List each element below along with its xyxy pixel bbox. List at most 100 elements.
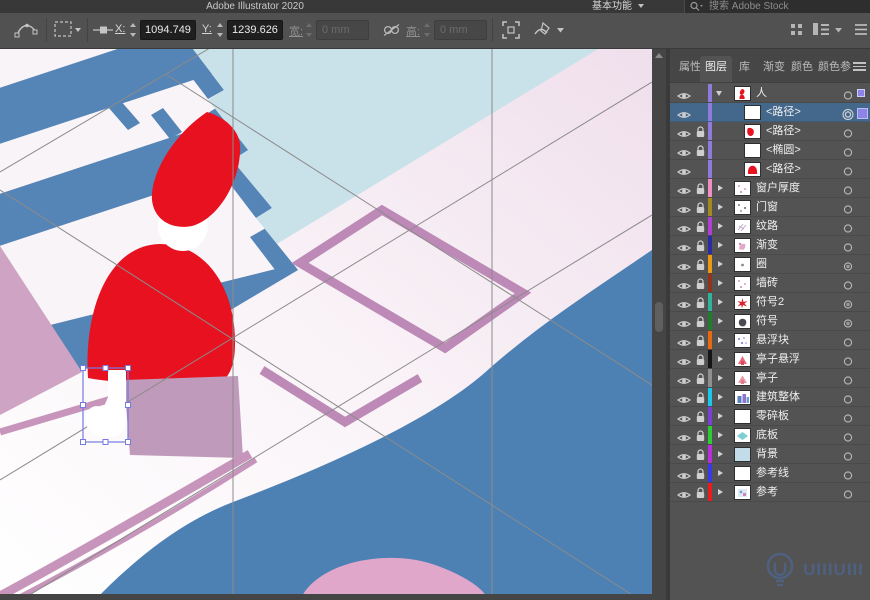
- layer-thumbnail[interactable]: [734, 295, 751, 310]
- expand-arrow[interactable]: [716, 222, 726, 230]
- target-indicator[interactable]: [842, 373, 854, 384]
- layer-row[interactable]: 参考线: [670, 464, 870, 483]
- width-label[interactable]: 宽:: [289, 23, 303, 39]
- layer-name[interactable]: 建筑整体: [756, 388, 800, 406]
- layer-row[interactable]: 建筑整体: [670, 388, 870, 407]
- visibility-toggle[interactable]: [677, 468, 691, 478]
- layer-name[interactable]: 悬浮块: [756, 331, 789, 349]
- layer-thumbnail[interactable]: [734, 257, 751, 272]
- lock-toggle[interactable]: [695, 296, 706, 308]
- layer-thumbnail[interactable]: [734, 276, 751, 291]
- layer-thumbnail[interactable]: [734, 333, 751, 348]
- visibility-toggle[interactable]: [677, 221, 691, 231]
- visibility-toggle[interactable]: [677, 430, 691, 440]
- target-indicator[interactable]: [842, 221, 854, 232]
- y-stepper[interactable]: [216, 22, 225, 38]
- layer-name[interactable]: 窗户厚度: [756, 179, 800, 197]
- lock-toggle[interactable]: [695, 220, 706, 232]
- lock-toggle[interactable]: [695, 467, 706, 479]
- curvature-tool-icon[interactable]: [14, 19, 40, 41]
- layer-name[interactable]: 圈: [756, 255, 767, 273]
- layer-name[interactable]: <路径>: [766, 103, 801, 121]
- layer-thumbnail[interactable]: [734, 352, 751, 367]
- target-indicator[interactable]: [842, 392, 854, 403]
- target-indicator[interactable]: [842, 411, 854, 422]
- lock-toggle[interactable]: [695, 144, 706, 156]
- x-label[interactable]: X:: [115, 23, 125, 35]
- layer-row[interactable]: 纹路: [670, 217, 870, 236]
- layer-name[interactable]: 门窗: [756, 198, 778, 216]
- layer-row[interactable]: 符号: [670, 312, 870, 331]
- lock-toggle[interactable]: [695, 334, 706, 346]
- visibility-toggle[interactable]: [677, 316, 691, 326]
- visibility-toggle[interactable]: [677, 183, 691, 193]
- lock-toggle[interactable]: [695, 239, 706, 251]
- expand-arrow[interactable]: [716, 450, 726, 458]
- height-label[interactable]: 高:: [406, 23, 420, 39]
- layer-thumbnail[interactable]: [744, 162, 761, 177]
- expand-arrow[interactable]: [716, 412, 726, 420]
- lock-toggle[interactable]: [695, 353, 706, 365]
- layer-name[interactable]: 背景: [756, 445, 778, 463]
- layer-row[interactable]: 窗户厚度: [670, 179, 870, 198]
- layer-thumbnail[interactable]: [734, 428, 751, 443]
- layer-thumbnail[interactable]: [734, 485, 751, 500]
- expand-arrow[interactable]: [716, 260, 726, 268]
- target-indicator[interactable]: [842, 126, 854, 137]
- reference-point-icon[interactable]: [92, 19, 114, 41]
- lock-toggle[interactable]: [695, 258, 706, 270]
- y-label[interactable]: Y:: [202, 23, 212, 35]
- target-indicator[interactable]: [842, 297, 854, 308]
- layer-row[interactable]: 门窗: [670, 198, 870, 217]
- layer-name[interactable]: 纹路: [756, 217, 778, 235]
- layer-thumbnail[interactable]: [734, 219, 751, 234]
- visibility-toggle[interactable]: [677, 373, 691, 383]
- panel-menu-icon[interactable]: [853, 60, 866, 71]
- target-indicator[interactable]: [842, 202, 854, 213]
- layer-row[interactable]: 底板: [670, 426, 870, 445]
- layer-name[interactable]: <路径>: [766, 160, 801, 178]
- expand-arrow[interactable]: [716, 355, 726, 363]
- visibility-toggle[interactable]: [677, 164, 691, 174]
- layer-name[interactable]: 墙砖: [756, 274, 778, 292]
- lock-toggle[interactable]: [695, 125, 706, 137]
- bounding-box-options-icon[interactable]: [53, 19, 83, 41]
- target-indicator[interactable]: [842, 145, 854, 156]
- scrollbar-thumb[interactable]: [655, 302, 663, 332]
- lock-toggle[interactable]: [695, 486, 706, 498]
- layer-row[interactable]: <路径>: [670, 122, 870, 141]
- layer-row[interactable]: 悬浮块: [670, 331, 870, 350]
- layer-row[interactable]: 人: [670, 84, 870, 103]
- layer-name[interactable]: 零碎板: [756, 407, 789, 425]
- horizontal-scrollbar[interactable]: [0, 594, 652, 600]
- tab-color-guide[interactable]: 颜色参: [813, 56, 856, 82]
- layer-thumbnail[interactable]: [734, 314, 751, 329]
- target-indicator[interactable]: [842, 278, 854, 289]
- layer-row[interactable]: 符号2: [670, 293, 870, 312]
- visibility-toggle[interactable]: [677, 335, 691, 345]
- target-indicator[interactable]: [842, 316, 854, 327]
- expand-arrow[interactable]: [716, 488, 726, 496]
- visibility-toggle[interactable]: [677, 354, 691, 364]
- visibility-toggle[interactable]: [677, 487, 691, 497]
- layer-row[interactable]: 参考: [670, 483, 870, 502]
- visibility-toggle[interactable]: [677, 126, 691, 136]
- layer-row[interactable]: <椭圆>: [670, 141, 870, 160]
- expand-arrow[interactable]: [716, 469, 726, 477]
- lock-toggle[interactable]: [695, 201, 706, 213]
- layer-thumbnail[interactable]: [734, 466, 751, 481]
- visibility-toggle[interactable]: [677, 411, 691, 421]
- layer-thumbnail[interactable]: [734, 181, 751, 196]
- target-indicator[interactable]: [842, 88, 854, 99]
- tab-libraries[interactable]: 库: [734, 56, 755, 82]
- lock-toggle[interactable]: [695, 391, 706, 403]
- target-indicator[interactable]: [842, 107, 854, 118]
- layer-name[interactable]: 底板: [756, 426, 778, 444]
- expand-arrow[interactable]: [716, 298, 726, 306]
- transform-icon[interactable]: [500, 19, 522, 41]
- layer-row[interactable]: <路径>: [670, 160, 870, 179]
- layer-thumbnail[interactable]: [734, 200, 751, 215]
- target-indicator[interactable]: [842, 164, 854, 175]
- expand-arrow[interactable]: [716, 431, 726, 439]
- visibility-toggle[interactable]: [677, 145, 691, 155]
